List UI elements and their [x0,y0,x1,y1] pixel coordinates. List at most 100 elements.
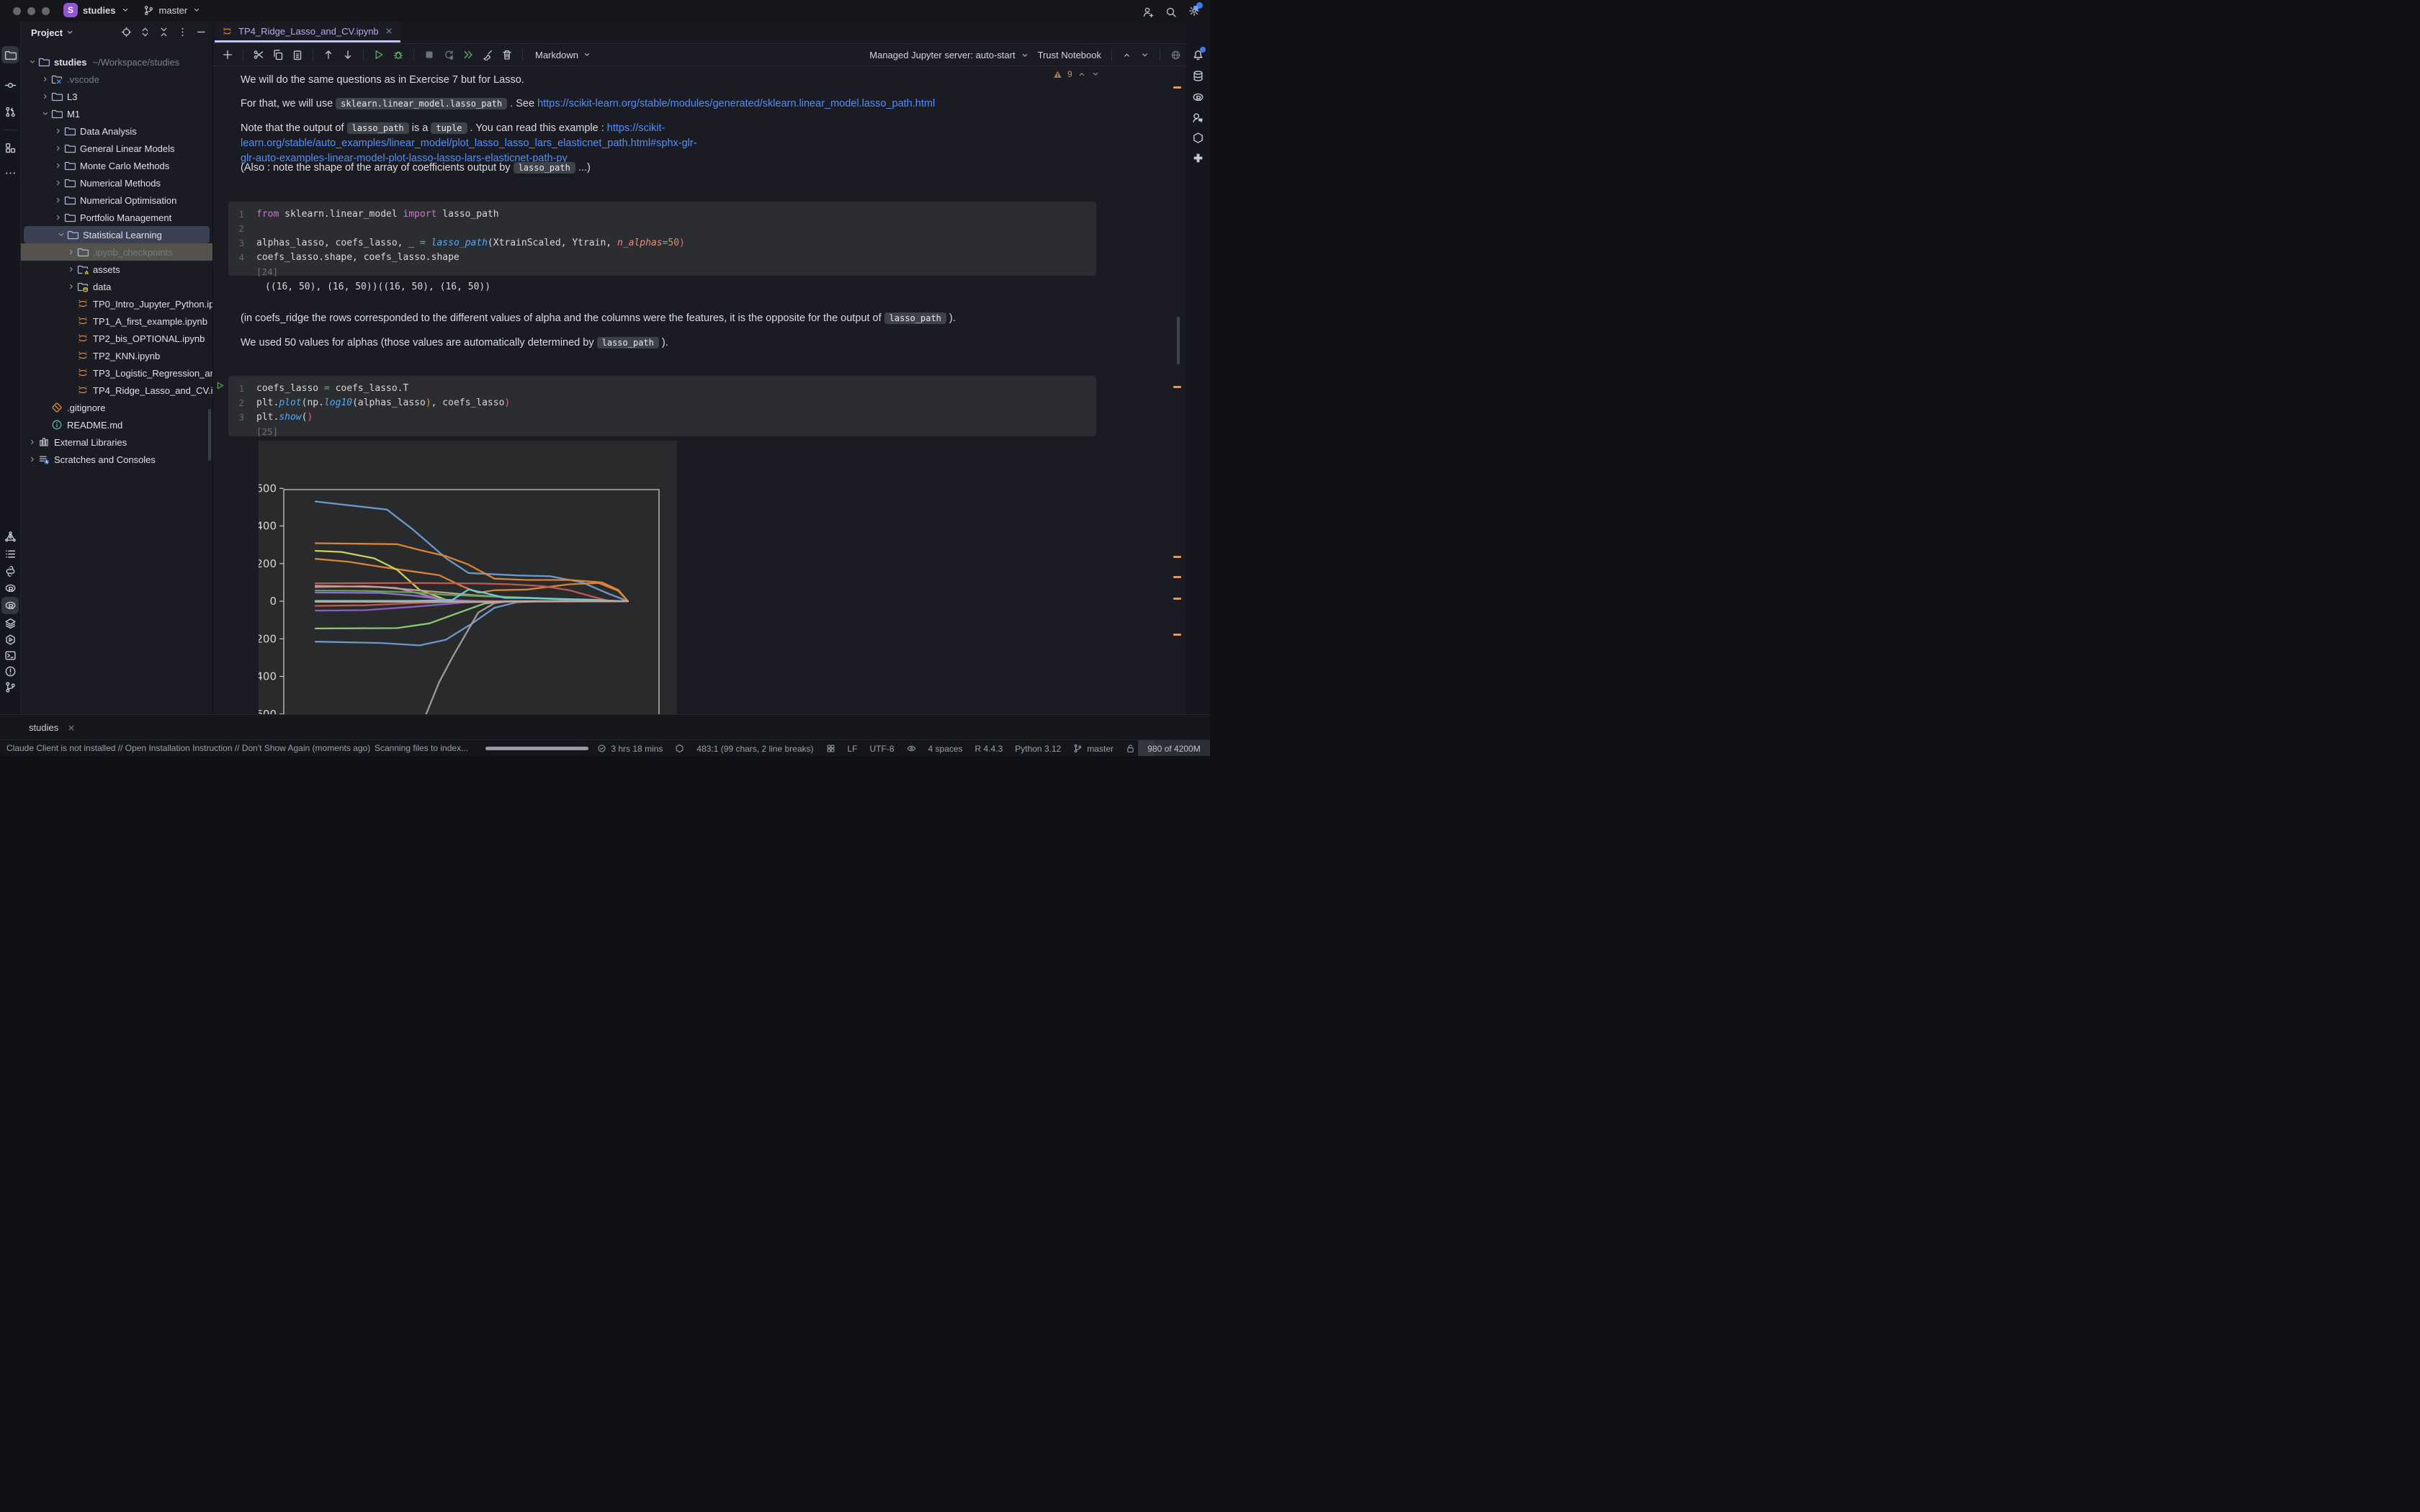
tree-item-l3[interactable]: L3 [21,88,212,105]
cell-type-dropdown[interactable]: Markdown [535,50,591,60]
tree-item-external-libraries[interactable]: External Libraries [21,433,212,451]
code-cell[interactable]: 1from sklearn.linear_model import lasso_… [228,202,1096,276]
hyperlink[interactable]: https://scikit-learn.org/stable/modules/… [537,98,935,109]
sidebar-item-database[interactable] [1189,67,1206,84]
hide-panel-icon[interactable] [196,27,207,37]
stripe-warning-mark[interactable] [1173,386,1181,388]
chevron-right-icon[interactable] [53,160,64,171]
chevron-right-icon[interactable] [53,143,64,154]
status-message[interactable]: Claude Client is not installed // Open I… [6,743,370,753]
minimize-window-button[interactable] [27,7,35,15]
tool-window-tab[interactable]: studies [29,715,76,740]
status-encoding[interactable]: UTF-8 [870,744,895,754]
tree-item--vscode[interactable]: .vscode [21,71,212,88]
sidebar-item-layers[interactable] [1,614,19,631]
chevron-right-icon[interactable] [53,177,64,189]
next-cell-icon[interactable] [1140,50,1150,60]
status-caret-position[interactable]: 483:1 (99 chars, 2 line breaks) [696,744,813,754]
tree-item-m1[interactable]: M1 [21,105,212,122]
status-grid[interactable] [826,744,835,753]
code-line[interactable]: 4coefs_lasso.shape, coefs_lasso.shape [228,250,1096,264]
close-icon[interactable] [385,27,393,35]
add-user-icon[interactable] [1142,6,1154,18]
tree-item-monte-carlo-methods[interactable]: Monte Carlo Methods [21,157,212,174]
panel-options-icon[interactable] [177,27,188,37]
status-r-version[interactable]: R 4.4.3 [975,744,1003,754]
tree-item-tp3-logistic-regression-an[interactable]: TP3_Logistic_Regression_an [21,364,212,382]
status-indent[interactable]: 4 spaces [928,744,963,754]
stripe-warning-mark[interactable] [1173,634,1181,636]
run-cell-icon[interactable] [373,49,385,60]
status-line-separator[interactable]: LF [848,744,858,754]
editor-scrollbar[interactable] [1177,317,1180,364]
clear-outputs-icon[interactable] [482,49,493,60]
sidebar-item-r-console[interactable]: R [1,597,19,614]
chevron-down-icon[interactable] [66,28,74,37]
code-line[interactable]: 3plt.show() [228,410,1096,424]
project-switcher[interactable]: studies [83,5,116,16]
sidebar-item-plugin-hexagon[interactable] [1189,129,1206,146]
chevron-right-icon[interactable] [53,194,64,206]
trust-notebook-button[interactable]: Trust Notebook [1038,50,1101,60]
stop-kernel-icon[interactable] [424,49,435,60]
tree-item-readme-md[interactable]: README.md [21,416,212,433]
panel-scrollbar[interactable] [208,409,211,461]
tree-item-studies[interactable]: studies~/Workspace/studies [21,53,212,71]
chevron-right-icon[interactable] [27,454,38,465]
status-python-interpreter[interactable]: Python 3.12 [1015,744,1061,754]
sidebar-item-dependencies[interactable] [1,528,19,545]
memory-indicator[interactable]: 980 of 4200M [1138,740,1210,756]
tab-notebook[interactable]: TP4_Ridge_Lasso_and_CV.ipynb [215,22,400,42]
code-line[interactable]: 1from sklearn.linear_model import lasso_… [228,207,1096,221]
sidebar-item-more[interactable] [1,164,19,181]
globe-icon[interactable] [1170,50,1181,60]
tree-item-statistical-learning[interactable]: Statistical Learning [24,226,210,243]
add-cell-icon[interactable] [222,49,233,60]
notebook-editor[interactable]: We will do the same questions as in Exer… [213,66,1186,714]
chevron-down-icon[interactable] [1091,70,1100,78]
tree-item-numerical-optimisation[interactable]: Numerical Optimisation [21,192,212,209]
sidebar-item-services[interactable] [1,631,19,648]
sidebar-item-notifications[interactable] [1189,47,1206,64]
chevron-right-icon[interactable] [66,281,77,292]
close-window-button[interactable] [13,7,21,15]
sidebar-item-version-control[interactable] [1,678,19,696]
prev-cell-icon[interactable] [1122,50,1131,60]
search-icon[interactable] [1165,6,1177,18]
code-line[interactable]: 3alphas_lasso, coefs_lasso, _ = lasso_pa… [228,235,1096,250]
status-readonly[interactable] [907,744,916,753]
expand-all-icon[interactable] [140,27,151,37]
stripe-warning-mark[interactable] [1173,556,1181,558]
sidebar-item-pull-requests[interactable] [1,103,19,120]
debug-cell-icon[interactable] [393,49,404,60]
chevron-down-icon[interactable] [27,56,38,68]
chevron-right-icon[interactable] [53,125,64,137]
stripe-warning-mark[interactable] [1173,86,1181,89]
tree-item-assets[interactable]: assets [21,261,212,278]
tree-item-tp4-ridge-lasso-and-cv-ip[interactable]: TP4_Ridge_Lasso_and_CV.ip [21,382,212,399]
restart-kernel-icon[interactable] [443,49,454,60]
move-cell-up-icon[interactable] [323,49,334,60]
tree-item-general-linear-models[interactable]: General Linear Models [21,140,212,157]
sidebar-item-structure[interactable] [1,139,19,156]
tree-item-tp0-intro-jupyter-python-ip[interactable]: TP0_Intro_Jupyter_Python.ip [21,295,212,312]
close-icon[interactable] [67,724,76,732]
tree-item-portfolio-management[interactable]: Portfolio Management [21,209,212,226]
jupyter-server-dropdown[interactable]: Managed Jupyter server: auto-start [869,50,1028,60]
status-hexagon[interactable] [675,744,684,753]
status-lock[interactable] [1126,744,1135,753]
zoom-window-button[interactable] [42,7,50,15]
tree-item-tp1-a-first-example-ipynb[interactable]: TP1_A_first_example.ipynb [21,312,212,330]
branch-switcher[interactable]: master [159,5,188,16]
tree-item-data[interactable]: data [21,278,212,295]
panel-title[interactable]: Project [31,27,63,38]
run-gutter-icon[interactable] [215,381,225,390]
code-cell[interactable]: 1coefs_lasso = coefs_lasso.T2plt.plot(np… [228,376,1096,436]
chevron-right-icon[interactable] [40,73,51,85]
move-cell-down-icon[interactable] [342,49,354,60]
sidebar-item-terminal[interactable] [1,647,19,664]
sidebar-item-r-packages[interactable]: R [1,580,19,597]
window-controls[interactable] [13,6,56,17]
chevron-right-icon[interactable] [27,436,38,448]
tree-item-tp2-bis-optional-ipynb[interactable]: TP2_bis_OPTIONAL.ipynb [21,330,212,347]
